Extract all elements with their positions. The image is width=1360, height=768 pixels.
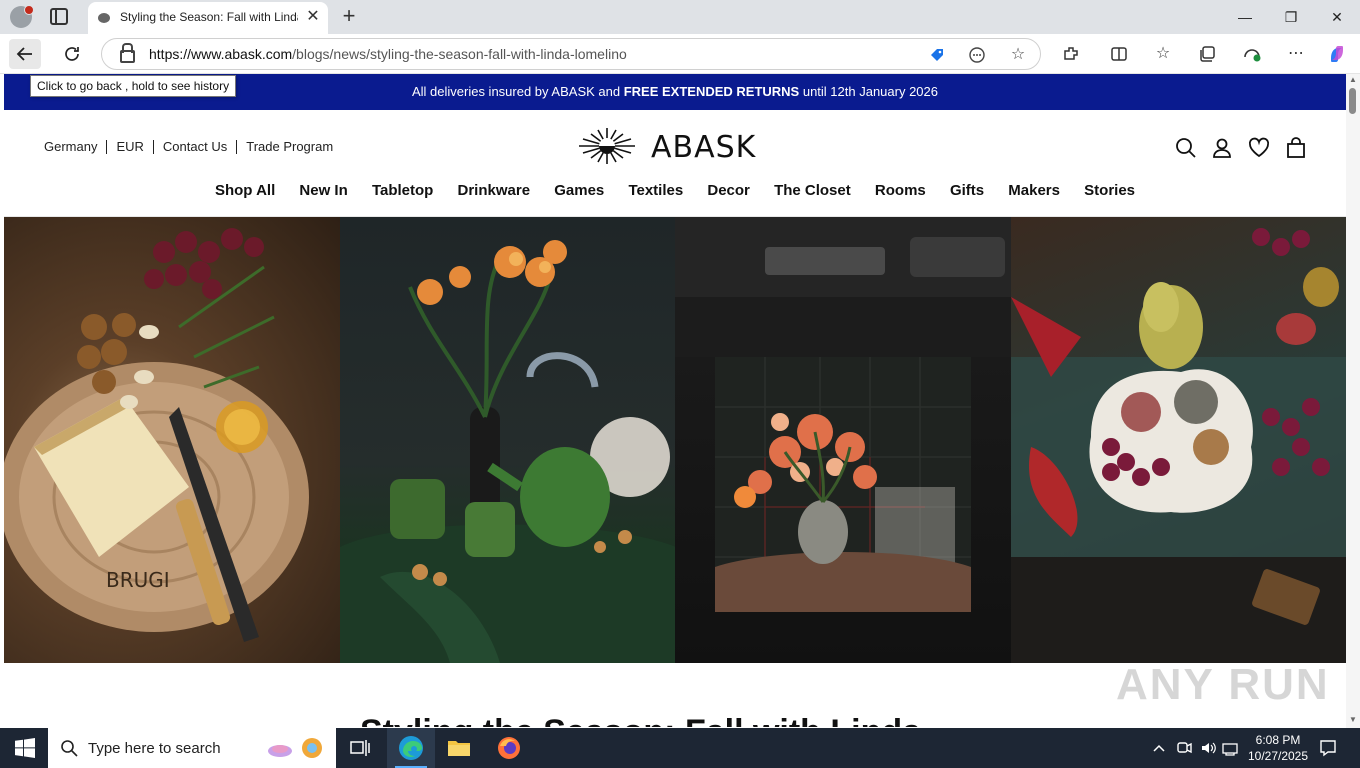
browser-tab[interactable]: Styling the Season: Fall with Linda Lome…: [88, 2, 328, 34]
sunburst-logo-icon: [579, 128, 635, 164]
windows-taskbar: Type here to search 6:08 PM 10/27/2025: [0, 728, 1360, 768]
back-button-tooltip: Click to go back , hold to see history: [30, 75, 237, 97]
fruit-platter-illustration: [1010, 228, 1346, 663]
firefox-icon: [498, 737, 520, 759]
refresh-icon: [65, 47, 79, 61]
scroll-thumb[interactable]: [1349, 88, 1356, 114]
taskbar-search-box[interactable]: Type here to search: [48, 728, 336, 768]
hero-image-flower-vase: [675, 217, 1011, 663]
browser-titlebar: Styling the Season: Fall with Linda Lome…: [0, 0, 1360, 34]
taskbar-file-explorer-app[interactable]: [435, 728, 483, 768]
edge-browser-icon: [399, 736, 423, 760]
abask-logo[interactable]: ABASK: [575, 126, 775, 166]
restore-icon[interactable]: ❐: [1268, 0, 1314, 34]
nav-rooms[interactable]: Rooms: [875, 182, 926, 199]
main-navigation: Shop All New In Tabletop Drinkware Games…: [4, 182, 1346, 199]
anyrun-watermark: ANY RUN: [1116, 660, 1330, 709]
shopping-bag-icon[interactable]: [1284, 136, 1308, 160]
search-highlight-icon: [268, 738, 322, 758]
taskbar-clock[interactable]: 6:08 PM 10/27/2025: [1240, 732, 1316, 764]
task-view-icon: [350, 740, 370, 756]
shopping-tag-icon[interactable]: [926, 44, 948, 66]
back-arrow-icon: [16, 47, 32, 61]
cheese-board-carving: BRUGI: [106, 568, 170, 592]
lock-icon[interactable]: [120, 43, 135, 63]
nav-stories[interactable]: Stories: [1084, 182, 1135, 199]
performance-icon[interactable]: [1237, 39, 1267, 69]
hero-image-cheese-board: BRUGI: [4, 217, 340, 663]
page-scrollbar[interactable]: ▲ ▼: [1346, 74, 1360, 728]
country-selector[interactable]: Germany: [44, 140, 106, 154]
favorite-star-icon[interactable]: ☆: [1007, 44, 1029, 66]
scroll-down-icon[interactable]: ▼: [1346, 714, 1360, 726]
utility-links: Germany EUR Contact Us Trade Program: [44, 140, 342, 154]
new-tab-icon[interactable]: +: [338, 4, 360, 28]
clock-time: 6:08 PM: [1255, 733, 1301, 747]
announcement-date: until 12th January 2026: [799, 84, 939, 99]
currency-selector[interactable]: EUR: [106, 140, 152, 154]
address-bar[interactable]: https://www.abask.com/blogs/news/styling…: [101, 38, 1041, 70]
split-screen-icon[interactable]: [1104, 39, 1134, 69]
nav-new-in[interactable]: New In: [299, 182, 347, 199]
tab-actions-icon[interactable]: [50, 8, 68, 25]
nav-gifts[interactable]: Gifts: [950, 182, 984, 199]
back-button[interactable]: [9, 39, 41, 69]
hero-image-green-teapot: [339, 217, 675, 663]
logo-wordmark: ABASK: [651, 130, 757, 165]
chevron-up-icon: [1153, 744, 1165, 752]
nav-tabletop[interactable]: Tabletop: [372, 182, 433, 199]
extensions-icon[interactable]: [1056, 39, 1086, 69]
nav-makers[interactable]: Makers: [1008, 182, 1060, 199]
minimize-icon[interactable]: —: [1222, 0, 1268, 34]
search-glass-icon: [61, 740, 78, 757]
flower-vase-illustration: [675, 217, 1011, 612]
url-text[interactable]: https://www.abask.com/blogs/news/styling…: [149, 46, 627, 62]
close-window-icon[interactable]: ✕: [1314, 0, 1360, 34]
browser-toolbar: https://www.abask.com/blogs/news/styling…: [0, 34, 1360, 74]
favorites-icon[interactable]: ☆: [1148, 39, 1178, 69]
windows-logo-icon: [15, 738, 35, 758]
refresh-button[interactable]: [56, 39, 88, 69]
cheese-board-illustration: BRUGI: [4, 228, 309, 642]
settings-more-icon[interactable]: ⋯: [1281, 39, 1311, 69]
announcement-text: All deliveries insured by ABASK and: [411, 84, 624, 99]
teapot-still-life-illustration: [339, 240, 675, 663]
folder-icon: [448, 741, 470, 756]
nav-decor[interactable]: Decor: [707, 182, 750, 199]
hero-image-grid: BRUGI: [4, 217, 1346, 663]
nav-shop-all[interactable]: Shop All: [215, 182, 275, 199]
tab-favicon-icon: [98, 13, 110, 23]
taskbar-edge-app[interactable]: [387, 728, 435, 768]
task-view-button[interactable]: [336, 728, 384, 768]
announcement-highlight: FREE EXTENDED RETURNS: [623, 84, 800, 99]
tab-close-icon[interactable]: ✕: [304, 8, 322, 26]
nav-drinkware[interactable]: Drinkware: [458, 182, 531, 199]
contact-us-link[interactable]: Contact Us: [152, 140, 236, 154]
article-title: Styling the Season: Fall with Linda Lome…: [360, 715, 960, 727]
copilot-icon[interactable]: [1322, 39, 1352, 69]
search-icon[interactable]: [1174, 136, 1198, 160]
nav-games[interactable]: Games: [554, 182, 604, 199]
profile-avatar-icon[interactable]: [10, 5, 34, 28]
clock-date: 10/27/2025: [1247, 749, 1309, 763]
read-aloud-icon[interactable]: [966, 44, 988, 66]
account-icon[interactable]: [1210, 136, 1234, 160]
scroll-up-icon[interactable]: ▲: [1346, 74, 1360, 86]
trade-program-link[interactable]: Trade Program: [236, 140, 342, 154]
tab-title: Styling the Season: Fall with Linda Lome…: [120, 10, 298, 24]
nav-textiles[interactable]: Textiles: [628, 182, 683, 199]
hero-image-fruit-platter: [1010, 217, 1346, 663]
nav-the-closet[interactable]: The Closet: [774, 182, 851, 199]
start-button[interactable]: [0, 728, 48, 768]
article-title-text: Styling the Season: Fall with Linda Lome…: [360, 715, 960, 727]
taskbar-firefox-app[interactable]: [485, 728, 533, 768]
site-header: Germany EUR Contact Us Trade Program ABA…: [4, 110, 1346, 217]
taskbar-search-placeholder[interactable]: Type here to search: [88, 740, 221, 757]
wishlist-heart-icon[interactable]: [1247, 136, 1271, 160]
collections-icon[interactable]: [1192, 39, 1222, 69]
